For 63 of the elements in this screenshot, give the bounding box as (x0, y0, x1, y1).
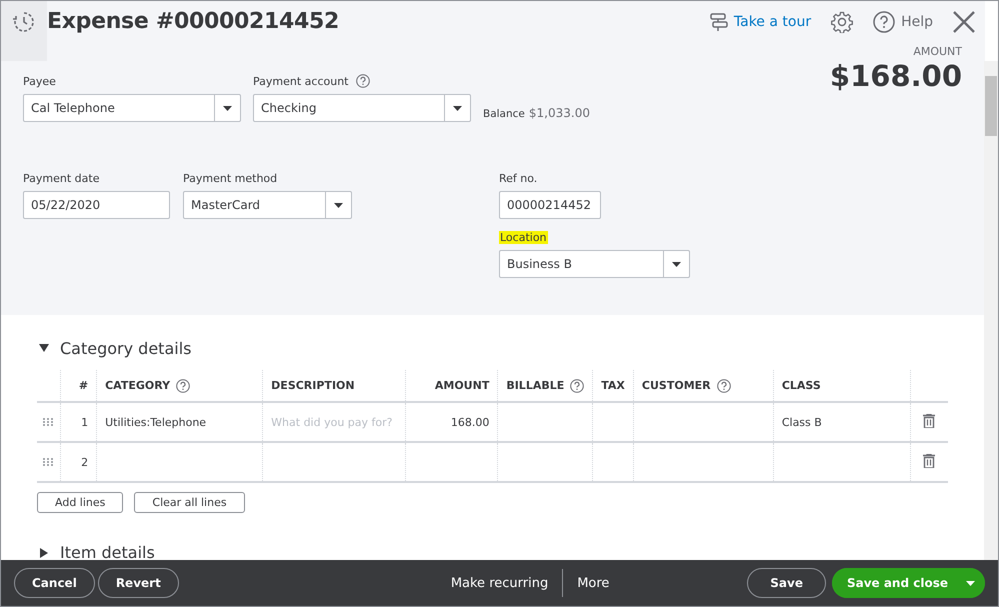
section-toggle[interactable]: Item details (37, 543, 985, 561)
table-cell: Utilities:Telephone (105, 416, 206, 428)
location-dropdown[interactable]: Business B (499, 250, 690, 278)
close-button[interactable] (953, 11, 975, 33)
caret-icon (223, 106, 232, 110)
history-icon (12, 10, 36, 34)
amount-total: $168.00 (830, 59, 962, 93)
payee-dropdown[interactable]: Cal Telephone (23, 94, 241, 122)
column-header: CUSTOMER (642, 378, 711, 392)
scrollbar[interactable] (984, 61, 998, 561)
column-header: TAX (601, 379, 625, 392)
save-button[interactable]: Save (747, 568, 826, 598)
field-label: Payee (23, 74, 56, 88)
close-icon (953, 11, 975, 33)
trash-icon (923, 414, 936, 428)
field-label: Payment account (253, 74, 348, 88)
drag-handle-icon (43, 458, 54, 466)
caret-icon (966, 580, 975, 586)
column-header: DESCRIPTION (271, 379, 355, 392)
settings-button[interactable] (831, 11, 854, 33)
payment-account-dropdown[interactable]: Checking (253, 94, 471, 122)
field-label: Payment date (23, 172, 100, 184)
collapse-icon (39, 344, 49, 354)
field-label: Payment method (183, 172, 278, 184)
drag-handle-icon (43, 418, 54, 426)
make-recurring-link[interactable]: Make recurring (436, 576, 562, 590)
expense-title: Expense #00000214452 (47, 9, 340, 34)
field-label: Ref no. (499, 172, 538, 184)
delete-row-button[interactable] (923, 454, 936, 470)
expand-icon (39, 548, 49, 558)
column-header: CATEGORY (105, 378, 170, 392)
settings-icon (831, 11, 854, 33)
payment-method-dropdown[interactable]: MasterCard (183, 191, 352, 219)
section-toggle[interactable]: Category details (37, 339, 985, 358)
caret-icon (453, 106, 462, 110)
table-cell: Class B (782, 416, 822, 428)
cancel-button[interactable]: Cancel (14, 568, 95, 598)
row-number: 2 (81, 456, 88, 468)
signpost-icon (708, 12, 729, 32)
help-link[interactable]: Help (873, 11, 933, 33)
balance-label: Balance (483, 108, 525, 120)
trash-icon (923, 454, 936, 468)
caret-icon (672, 262, 681, 266)
field-label: Location (499, 230, 548, 244)
payment-date-field[interactable]: 05/22/2020 (23, 191, 170, 219)
column-header: BILLABLE (506, 378, 564, 392)
delete-row-button[interactable] (923, 414, 936, 430)
amount-label: AMOUNT (912, 45, 962, 58)
balance-value: $1,033.00 (528, 106, 590, 120)
column-header: # (78, 379, 88, 392)
row-number: 1 (81, 416, 88, 428)
column-header: AMOUNT (434, 379, 490, 392)
more-link[interactable]: More (562, 569, 624, 597)
caret-icon (334, 202, 343, 208)
add-lines-button[interactable]: Add lines (37, 492, 124, 513)
clear-lines-button[interactable]: Clear all lines (134, 492, 245, 513)
ref-no-field[interactable]: 00000214452 (499, 191, 601, 219)
description-field[interactable]: What did you pay for? (271, 416, 397, 428)
help-icon (873, 11, 896, 33)
column-header: CLASS (782, 379, 821, 392)
table-cell: 168.00 (450, 416, 490, 428)
take-a-tour-link[interactable]: Take a tour (708, 12, 812, 32)
revert-button[interactable]: Revert (98, 568, 179, 598)
